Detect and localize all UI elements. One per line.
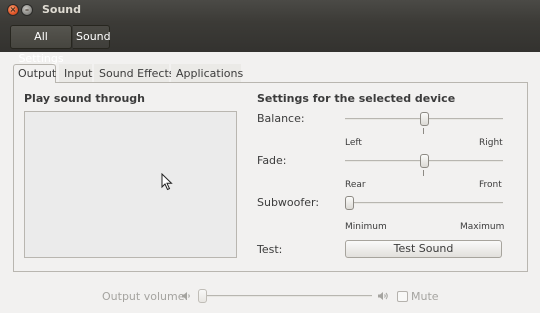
fade-slider[interactable] <box>345 153 503 176</box>
fade-rear-label: Rear <box>345 180 366 190</box>
mute-label: Mute <box>411 290 439 303</box>
volume-bar: Output volume: Mute <box>0 283 540 313</box>
all-settings-button[interactable]: All Settings <box>10 25 72 65</box>
close-button[interactable]: × <box>7 4 19 16</box>
mouse-pointer-icon <box>161 173 173 191</box>
balance-slider[interactable] <box>345 111 503 134</box>
settings-heading: Settings for the selected device <box>257 92 456 105</box>
subwoofer-slider[interactable] <box>345 195 503 211</box>
output-panel: Play sound through Settings for the sele… <box>13 82 528 272</box>
tab-sound-effects[interactable]: Sound Effects <box>94 64 175 83</box>
balance-left-label: Left <box>345 138 362 148</box>
fade-handle[interactable] <box>420 154 429 168</box>
test-sound-button[interactable]: Test Sound <box>345 240 502 258</box>
fade-center-tick <box>423 170 424 176</box>
test-label: Test: <box>257 243 283 256</box>
play-through-heading: Play sound through <box>24 92 145 105</box>
subwoofer-trough <box>345 202 503 204</box>
subwoofer-max-label: Maximum <box>460 222 505 232</box>
tab-applications[interactable]: Applications <box>171 64 243 83</box>
volume-low-icon <box>182 292 190 300</box>
fade-label: Fade: <box>257 154 287 167</box>
balance-label: Balance: <box>257 112 305 125</box>
volume-handle[interactable] <box>198 289 207 303</box>
minimize-icon: – <box>25 5 29 14</box>
fade-front-label: Front <box>479 180 502 190</box>
minimize-button[interactable]: – <box>21 4 33 16</box>
balance-right-label: Right <box>479 138 503 148</box>
subwoofer-min-label: Minimum <box>345 222 387 232</box>
breadcrumb: All Settings Sound <box>0 22 540 65</box>
output-device-list[interactable] <box>24 111 237 258</box>
balance-handle[interactable] <box>420 112 429 126</box>
volume-trough <box>198 295 372 297</box>
window-title: Sound <box>42 3 82 16</box>
subwoofer-label: Subwoofer: <box>257 196 320 209</box>
subwoofer-handle[interactable] <box>345 196 354 210</box>
output-volume-label: Output volume: <box>102 290 189 303</box>
mute-checkbox[interactable] <box>397 291 408 302</box>
balance-center-tick <box>423 128 424 134</box>
window-titlebar: × – Sound <box>0 0 540 22</box>
output-volume-slider[interactable] <box>198 288 372 304</box>
breadcrumb-sound[interactable]: Sound <box>73 25 111 49</box>
tab-output[interactable]: Output <box>13 64 56 83</box>
tab-input[interactable]: Input <box>59 64 92 83</box>
close-icon: × <box>9 5 17 14</box>
volume-high-icon <box>378 292 388 300</box>
